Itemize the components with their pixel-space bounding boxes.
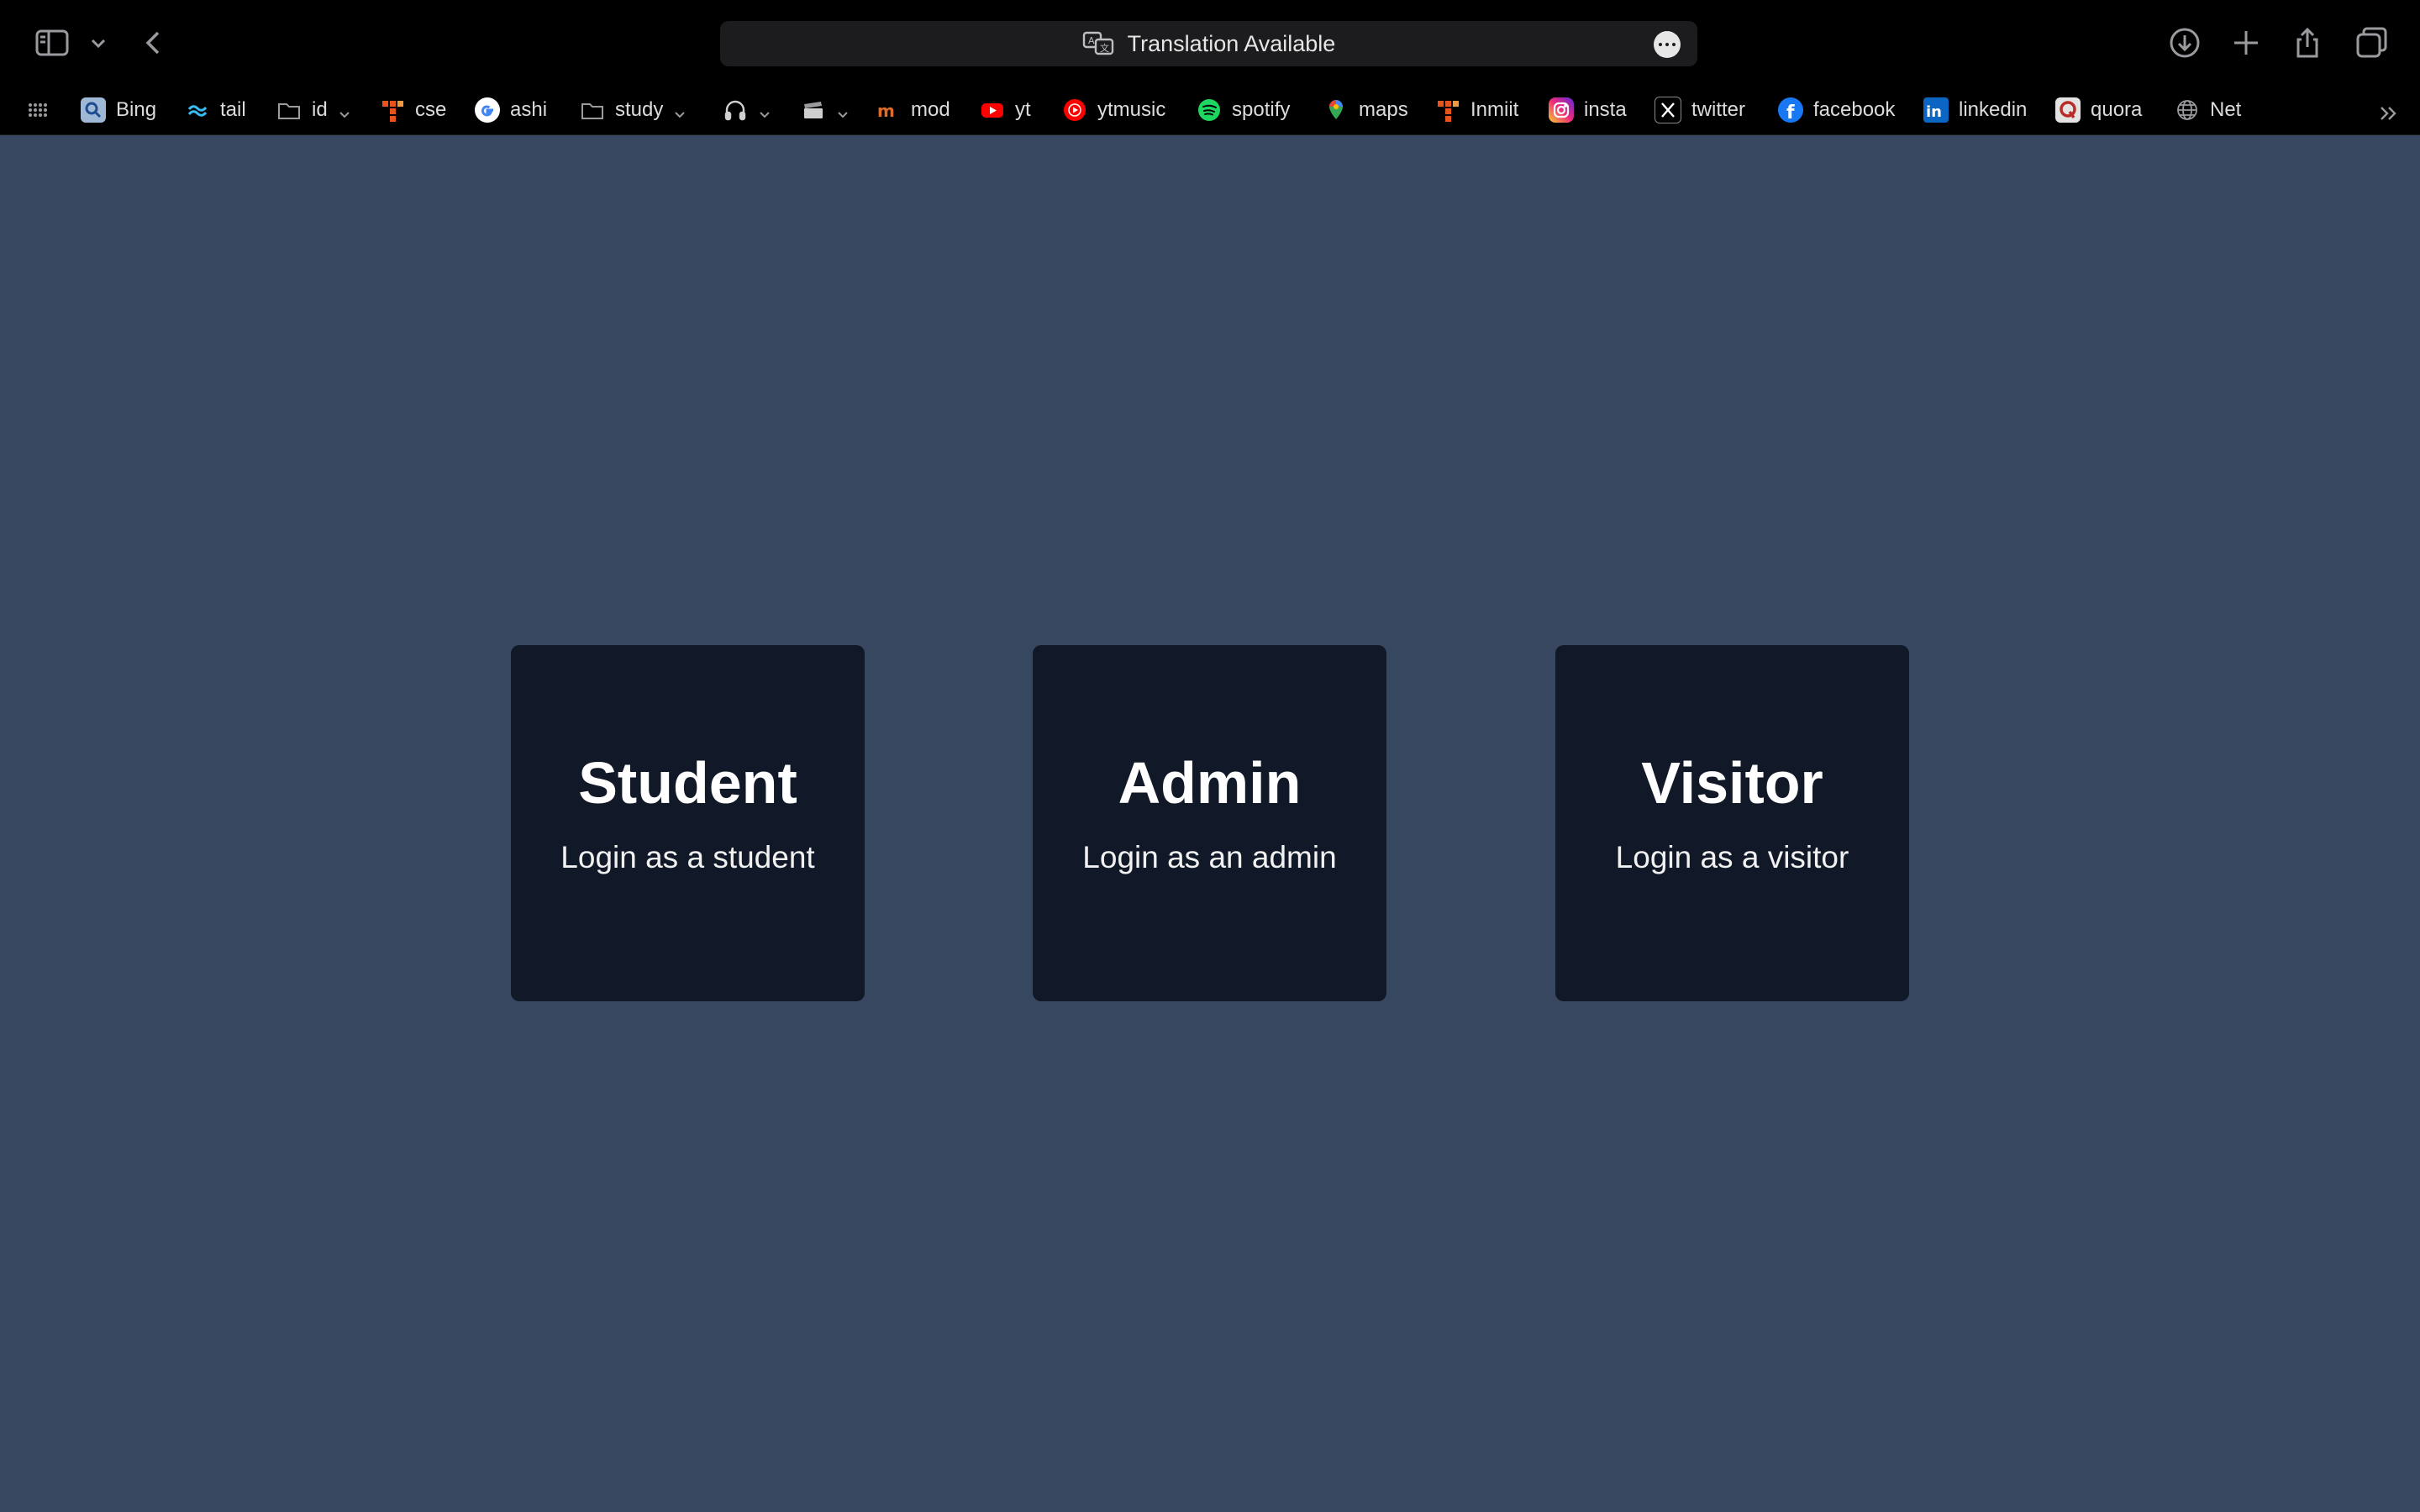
maps-pin-icon [1323, 97, 1349, 123]
instagram-icon [1549, 97, 1574, 123]
visitor-login-card[interactable]: Visitor Login as a visitor [1555, 645, 1909, 1001]
bookmark-label: ytmusic [1097, 98, 1166, 121]
bookmark-label: insta [1584, 98, 1627, 121]
bookmark-bing[interactable]: Bing [81, 86, 156, 134]
share-icon[interactable] [2287, 23, 2328, 63]
folder-icon [276, 97, 302, 123]
bookmark-twitter[interactable]: twitter [1655, 86, 1745, 134]
bookmark-label: linkedin [1959, 98, 2028, 121]
bookmark-label: spotify [1232, 98, 1291, 121]
bookmark-label: yt [1015, 98, 1031, 121]
bookmark-quora[interactable]: quora [2055, 86, 2142, 134]
quora-icon [2055, 97, 2081, 123]
globe-icon [2175, 97, 2200, 123]
chevron-down-icon [758, 103, 771, 118]
card-subtitle: Login as a student [560, 840, 815, 874]
download-icon[interactable] [2165, 23, 2205, 63]
bookmark-label: maps [1359, 98, 1408, 121]
svg-text:m: m [877, 101, 895, 121]
chevron-down-icon [338, 103, 351, 118]
card-title: Student [578, 750, 797, 816]
youtube-icon [980, 97, 1005, 123]
svg-text:f: f [1786, 102, 1795, 123]
facebook-icon: f [1778, 97, 1803, 123]
back-icon[interactable] [134, 23, 175, 63]
bookmark-label: ashi [510, 98, 548, 121]
bookmark-ytmusic[interactable]: ytmusic [1062, 86, 1165, 134]
bookmark-label: twitter [1691, 98, 1746, 121]
card-subtitle: Login as an admin [1082, 840, 1337, 874]
bookmark-folder-movies[interactable] [801, 86, 850, 134]
spotify-icon [1197, 97, 1222, 123]
google-icon [475, 97, 500, 123]
bookmark-label: id [312, 98, 328, 121]
bookmark-maps[interactable]: maps [1323, 86, 1408, 134]
chevron-down-icon[interactable] [86, 23, 111, 63]
bookmark-label: Inmiit [1470, 98, 1519, 121]
bookmark-net[interactable]: Net [2175, 86, 2241, 134]
bookmark-linkedin[interactable]: in linkedin [1923, 86, 2027, 134]
bookmark-folder-music[interactable] [723, 86, 771, 134]
chevron-down-icon [673, 103, 687, 118]
bookmark-label: Bing [116, 98, 157, 121]
bookmark-label: cse [415, 98, 447, 121]
bookmark-yt[interactable]: yt [980, 86, 1031, 134]
linkedin-icon: in [1923, 97, 1949, 123]
bookmark-spotify[interactable]: spotify [1197, 86, 1290, 134]
svg-text:in: in [1926, 103, 1942, 121]
bookmark-tail[interactable]: tail [185, 86, 246, 134]
bookmarks-bar: Bing tail id cse ashi study m mod yt ytm… [0, 86, 2420, 135]
clapper-icon [801, 97, 826, 123]
bookmark-label: study [615, 98, 664, 121]
bookmark-cse[interactable]: cse [380, 86, 446, 134]
card-title: Admin [1118, 750, 1302, 816]
sidebar-icon[interactable] [32, 23, 72, 63]
bookmark-label: facebook [1813, 98, 1896, 121]
grid-logo-icon [1435, 97, 1460, 123]
bookmark-facebook[interactable]: f facebook [1778, 86, 1895, 134]
address-bar-content: A文 Translation Available [720, 21, 1697, 66]
student-login-card[interactable]: Student Login as a student [511, 645, 865, 1001]
address-bar-text: Translation Available [1127, 30, 1336, 56]
bookmark-folder-study[interactable]: study [580, 86, 687, 134]
tailwind-icon [185, 97, 210, 123]
card-subtitle: Login as a visitor [1615, 840, 1849, 874]
folder-icon [580, 97, 605, 123]
bookmark-label: tail [220, 98, 246, 121]
bookmark-label: Net [2210, 98, 2242, 121]
card-title: Visitor [1641, 750, 1823, 816]
svg-text:文: 文 [1100, 42, 1109, 54]
ytmusic-icon [1062, 97, 1087, 123]
grid-logo-icon [380, 97, 405, 123]
mod-icon: m [876, 97, 901, 123]
bookmark-label: mod [911, 98, 950, 121]
bookmarks-overflow-icon[interactable] [2376, 101, 2402, 126]
x-icon [1655, 97, 1681, 123]
chevron-down-icon [836, 103, 850, 118]
bookmark-label: quora [2091, 98, 2143, 121]
svg-text:A: A [1088, 35, 1095, 46]
admin-login-card[interactable]: Admin Login as an admin [1033, 645, 1386, 1001]
apps-grid-icon[interactable] [25, 86, 50, 134]
headphones-icon [723, 97, 748, 123]
address-bar[interactable]: A文 Translation Available [720, 21, 1697, 66]
more-icon[interactable] [1654, 31, 1681, 58]
browser-toolbar: A文 Translation Available [0, 0, 2420, 86]
bing-icon [81, 97, 106, 123]
bookmark-mod[interactable]: m mod [876, 86, 950, 134]
new-tab-icon[interactable] [2226, 23, 2266, 63]
translate-icon: A文 [1082, 30, 1116, 57]
bookmark-ashi[interactable]: ashi [475, 86, 547, 134]
bookmark-insta[interactable]: insta [1549, 86, 1627, 134]
bookmark-folder-id[interactable]: id [276, 86, 351, 134]
bookmark-inmiit[interactable]: Inmiit [1435, 86, 1518, 134]
tabs-overview-icon[interactable] [2351, 23, 2391, 63]
